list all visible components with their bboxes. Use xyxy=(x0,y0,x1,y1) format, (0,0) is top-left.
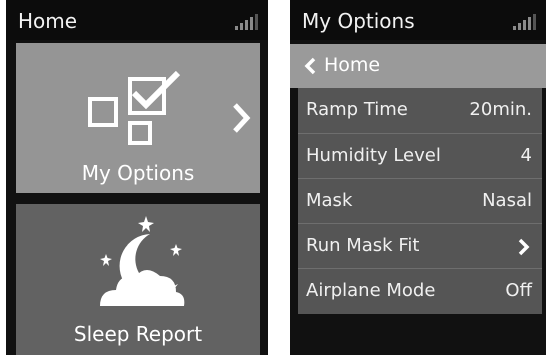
home-screen: Home My Options Sleep Report xyxy=(6,0,268,355)
chevron-right-icon xyxy=(233,103,251,133)
chevron-left-icon xyxy=(304,57,316,75)
signal-strength-icon xyxy=(513,14,536,30)
item-label: Run Mask Fit xyxy=(306,235,420,256)
item-value: 20min. xyxy=(469,99,532,120)
screen-title: My Options xyxy=(302,9,415,33)
options-screen: My Options Home Ramp Time 20min. Humidit… xyxy=(290,0,546,355)
item-label: Humidity Level xyxy=(306,145,441,166)
screen-title: Home xyxy=(18,9,78,33)
status-bar: My Options xyxy=(290,0,546,40)
status-bar: Home xyxy=(6,0,268,40)
item-label: Airplane Mode xyxy=(306,280,436,301)
options-list: Ramp Time 20min. Humidity Level 4 Mask N… xyxy=(298,88,542,314)
item-value: Off xyxy=(505,280,532,301)
item-label: Ramp Time xyxy=(306,99,408,120)
tile-label: Sleep Report xyxy=(73,322,203,346)
chevron-right-icon xyxy=(518,238,530,256)
item-label: Mask xyxy=(306,190,353,211)
list-item-ramp-time[interactable]: Ramp Time 20min. xyxy=(298,88,542,133)
back-button[interactable]: Home xyxy=(290,44,546,88)
item-value: 4 xyxy=(520,145,532,166)
list-item-airplane-mode[interactable]: Airplane Mode Off xyxy=(298,268,542,313)
moon-cloud-icon xyxy=(100,216,185,306)
list-item-humidity-level[interactable]: Humidity Level 4 xyxy=(298,133,542,178)
item-value: Nasal xyxy=(482,190,532,211)
back-label: Home xyxy=(324,54,381,76)
checkbox-icon xyxy=(88,71,181,145)
signal-strength-icon xyxy=(235,14,258,30)
tile-my-options[interactable]: My Options xyxy=(16,43,260,193)
list-item-mask[interactable]: Mask Nasal xyxy=(298,178,542,223)
tile-label: My Options xyxy=(81,161,195,185)
tile-sleep-report[interactable]: Sleep Report xyxy=(16,204,260,355)
list-item-run-mask-fit[interactable]: Run Mask Fit xyxy=(298,223,542,268)
